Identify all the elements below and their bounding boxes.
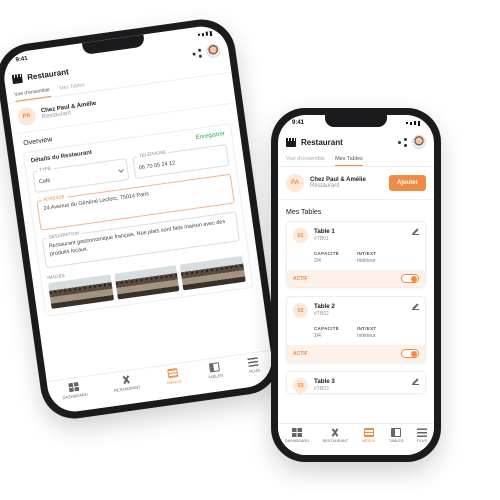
table-card[interactable]: 03 Table 3 #TB03 (286, 371, 426, 394)
shop-icon (286, 137, 296, 147)
shop-icon (11, 73, 23, 84)
nav-more[interactable]: PLUS (247, 356, 261, 374)
location-value: Intérieur (357, 333, 376, 339)
capacity-label: CAPACITÉ (314, 251, 340, 256)
phone-left: 9:41 Restaurant Vue d'ensemble Mes Table… (0, 15, 284, 423)
restaurant-initials: PA (16, 106, 37, 127)
nav-dashboard[interactable]: DASHBOARD (285, 428, 309, 443)
avatar[interactable] (205, 42, 222, 59)
capacity-value: 2/4 (314, 333, 321, 339)
page-title: Restaurant (301, 137, 343, 147)
restaurant-image[interactable] (114, 265, 180, 300)
share-icon[interactable] (398, 137, 407, 147)
nav-label: RESTAURANT (322, 439, 349, 443)
signal-icon (406, 120, 420, 126)
hamburger-icon (247, 356, 259, 367)
nav-label: TABLES (207, 372, 224, 380)
bottom-nav: DASHBOARD RESTAURANT MENUS TABLES PLUS (46, 349, 276, 415)
add-table-button[interactable]: Ajouter (389, 175, 426, 191)
signal-icon (197, 30, 213, 37)
active-label: ACTIF (293, 350, 308, 357)
nav-menus[interactable]: MENUS (361, 428, 376, 443)
nav-label: PLUS (249, 367, 261, 374)
location-label: INT/EXT (357, 251, 377, 256)
table-name: Table 3 (314, 378, 335, 385)
cutlery-icon (330, 428, 340, 437)
bottom-nav: DASHBOARD RESTAURANT MENUS TABLES PLUS (278, 423, 434, 455)
table-name: Table 2 (314, 303, 335, 310)
table-number-badge: 01 (293, 228, 308, 243)
description-label: DESCRIPTION (46, 230, 82, 240)
details-card: Détails du Restaurant Enregistrer TYPE C… (22, 123, 254, 317)
phone-field[interactable]: TÉLÉPHONE 06 70 05 24 12 (132, 143, 230, 179)
nav-label: DASHBOARD (284, 439, 309, 443)
tab-bar: Vue d'ensemble Mes Tables (278, 153, 434, 167)
table-icon (208, 362, 220, 373)
phone-right-screen: 9:41 Restaurant Vue d'ensemble Mes Table… (278, 115, 434, 455)
tab-overview[interactable]: Vue d'ensemble (286, 153, 325, 166)
capacity-value: 2/4 (314, 258, 321, 264)
dashboard-icon (68, 381, 80, 393)
nav-label: TABLES (389, 439, 404, 443)
table-code: #TB03 (314, 386, 329, 392)
phone-notch (325, 115, 387, 127)
avatar[interactable] (412, 135, 426, 149)
nav-dashboard[interactable]: DASHBOARD (61, 381, 88, 400)
active-toggle[interactable] (401, 274, 419, 283)
table-number-badge: 03 (293, 378, 308, 393)
menu-book-icon (363, 428, 374, 437)
table-name: Table 1 (314, 228, 335, 235)
nav-restaurant[interactable]: RESTAURANT (323, 428, 348, 443)
nav-more[interactable]: PLUS (417, 428, 428, 443)
location-value: Intérieur (357, 258, 376, 264)
nav-tables[interactable]: TABLES (389, 428, 403, 443)
nav-menus[interactable]: MENUS (165, 367, 182, 386)
table-code: #TB02 (314, 311, 329, 317)
cutlery-icon (121, 375, 132, 385)
nav-restaurant[interactable]: RESTAURANT (112, 373, 141, 393)
edit-pencil-icon[interactable] (412, 303, 419, 310)
restaurant-image[interactable] (48, 274, 114, 309)
menu-book-icon (167, 367, 179, 379)
location-label: INT/EXT (357, 326, 377, 331)
dashboard-icon (291, 428, 302, 437)
edit-pencil-icon[interactable] (412, 228, 419, 235)
table-icon (391, 428, 402, 437)
table-code: #TB01 (314, 236, 329, 242)
nav-label: PLUS (417, 439, 428, 443)
nav-label: MENUS (361, 439, 376, 443)
phone-right: 9:41 Restaurant Vue d'ensemble Mes Table… (271, 108, 441, 462)
table-card[interactable]: 01 Table 1 #TB01 CAPACITÉ 2/4 INT/EXT Inté… (286, 221, 426, 288)
hamburger-icon (417, 428, 428, 437)
nav-label: RESTAURANT (113, 384, 142, 393)
tab-tables[interactable]: Mes Tables (335, 153, 363, 166)
restaurant-image[interactable] (180, 255, 246, 291)
nav-label: DASHBOARD (62, 391, 88, 401)
edit-pencil-icon[interactable] (412, 378, 419, 385)
save-link[interactable]: Enregistrer (196, 131, 226, 141)
phone-left-screen: 9:41 Restaurant Vue d'ensemble Mes Table… (0, 23, 276, 415)
type-label: TYPE (36, 165, 54, 173)
phone-label: TÉLÉPHONE (136, 149, 169, 159)
active-toggle[interactable] (401, 349, 419, 358)
nav-label: MENUS (166, 378, 182, 386)
share-icon[interactable] (192, 48, 203, 58)
table-number-badge: 02 (293, 303, 308, 318)
capacity-label: CAPACITÉ (314, 326, 340, 331)
mockup-stage: 9:41 Restaurant Vue d'ensemble Mes Table… (0, 0, 500, 500)
nav-tables[interactable]: TABLES (206, 362, 223, 380)
status-time: 9:41 (292, 120, 305, 126)
restaurant-subtitle: Restaurant (310, 183, 340, 189)
type-select[interactable]: TYPE Café (32, 158, 130, 194)
active-label: ACTIF (293, 275, 308, 282)
restaurant-header: PA Chez Paul & Amélie Restaurant Ajouter (278, 167, 434, 200)
table-card[interactable]: 02 Table 2 #TB02 CAPACITÉ 2/4 INT/EXT Inté… (286, 296, 426, 363)
section-title: Mes Tables (286, 209, 322, 216)
app-header: Restaurant (278, 131, 434, 153)
details-title: Détails du Restaurant (30, 149, 93, 165)
status-time: 9:41 (15, 55, 29, 64)
address-label: ADRESSE (41, 193, 67, 203)
restaurant-initials: PA (286, 174, 304, 192)
